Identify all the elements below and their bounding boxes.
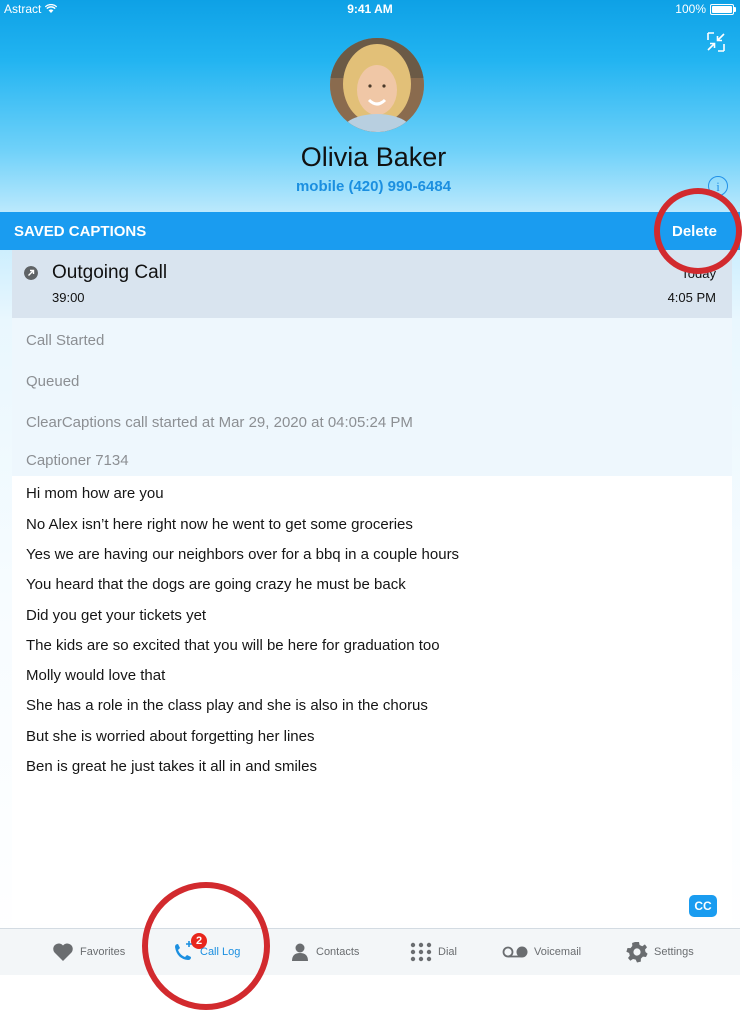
status-line: ClearCaptions call started at Mar 29, 20… — [26, 414, 413, 431]
status-line: Call Started — [26, 332, 105, 349]
collapse-icon[interactable] — [704, 30, 728, 54]
app-screen: Astract 9:41 AM 100% Olivia Baker mobile… — [0, 0, 747, 1010]
outgoing-call-icon — [24, 266, 38, 280]
heart-icon — [53, 943, 73, 961]
call-status-block: Call Started Queued ClearCaptions call s… — [12, 318, 732, 476]
call-duration: 39:00 — [52, 290, 85, 305]
tab-voicemail[interactable]: Voicemail — [502, 929, 581, 975]
caption-transcript: Hi mom how are you No Alex isn’t here ri… — [12, 476, 732, 924]
tab-contacts[interactable]: Contacts — [290, 929, 359, 975]
battery-percent: 100% — [675, 2, 706, 16]
gear-icon — [626, 942, 648, 963]
contact-name: Olivia Baker — [300, 142, 447, 172]
avatar — [330, 38, 424, 132]
caption-line: Did you get your tickets yet — [26, 607, 207, 624]
contact-phone[interactable]: mobile (420) 990-6484 — [0, 178, 747, 195]
tab-favorites[interactable]: Favorites — [52, 929, 125, 975]
caption-line: Hi mom how are you — [26, 485, 164, 502]
status-line: Captioner 7134 — [26, 452, 129, 469]
caption-line: She has a role in the class play and she… — [26, 697, 428, 714]
battery-icon — [710, 3, 736, 15]
page-margin — [740, 0, 747, 974]
tab-dial[interactable]: Dial — [410, 929, 457, 975]
status-time: 9:41 AM — [347, 2, 393, 16]
tab-label: Settings — [654, 946, 694, 958]
section-title: SAVED CAPTIONS — [14, 223, 147, 240]
saved-captions-header: SAVED CAPTIONS Delete — [0, 212, 740, 250]
caption-line: But she is worried about forgetting her … — [26, 728, 315, 745]
tab-label: Voicemail — [534, 946, 582, 958]
highlight-ring-call-log — [142, 882, 270, 1010]
tab-label: Contacts — [316, 946, 360, 958]
caption-line: Yes we are having our neighbors over for… — [26, 546, 460, 563]
cc-button[interactable]: CC — [689, 895, 717, 917]
caption-line: Ben is great he just takes it all in and… — [26, 758, 317, 775]
tab-settings[interactable]: Settings — [626, 929, 694, 975]
tab-bar: Favorites Call Log Contacts Dial Voicema… — [0, 928, 740, 975]
caption-line: Molly would love that — [26, 667, 166, 684]
keypad-icon — [410, 942, 432, 962]
caption-line: You heard that the dogs are going crazy … — [26, 576, 406, 593]
highlight-ring-delete — [654, 188, 742, 274]
voicemail-icon — [502, 946, 528, 958]
caption-line: No Alex isn’t here right now he went to … — [26, 516, 413, 533]
status-bar: Astract 9:41 AM 100% — [0, 0, 740, 18]
caption-line: The kids are so excited that you will be… — [26, 637, 440, 654]
person-icon — [292, 943, 308, 961]
tab-label: Favorites — [80, 946, 126, 958]
status-line: Queued — [26, 373, 80, 390]
call-summary-row[interactable]: Outgoing Call 39:00 Today 4:05 PM — [12, 250, 732, 318]
tab-label: Dial — [438, 946, 457, 958]
call-time: 4:05 PM — [667, 290, 716, 305]
call-type: Outgoing Call — [52, 262, 168, 283]
contact-photo — [330, 38, 424, 132]
